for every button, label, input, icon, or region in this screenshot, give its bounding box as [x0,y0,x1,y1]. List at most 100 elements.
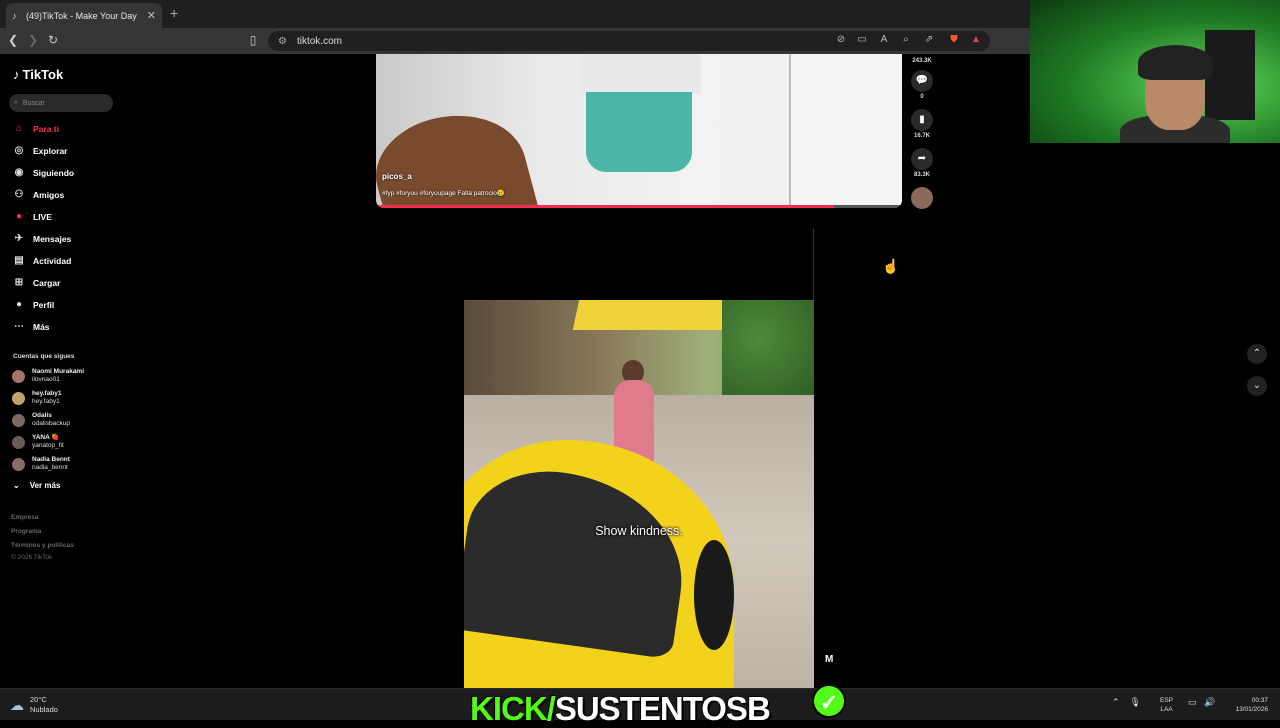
brave-rewards-icon[interactable]: ▲ [969,34,983,45]
video-progress-bar[interactable] [376,205,902,208]
followed-account[interactable]: hey.faby1 hey.faby1 [12,388,62,408]
chevron-up-icon: ⌃ [1252,348,1262,359]
verified-check-icon: ✓ [812,684,846,718]
streamer-headset [1138,45,1213,80]
cast-icon[interactable]: ▭ [855,34,869,45]
video-player-1[interactable]: picos_a #fyp #foryou #foryoupage Falta p… [376,54,902,208]
video-frame-object [581,54,701,94]
avatar [12,391,25,405]
input-language[interactable]: ESP LAA [1160,696,1173,714]
reload-icon[interactable]: ↻ [45,33,61,47]
comment-action[interactable]: 💬 0 [910,70,934,100]
avatar [12,369,25,383]
friends-icon: ⚇ [14,189,24,200]
music-disc[interactable] [910,187,934,209]
volume-icon[interactable]: 🔊 [1204,697,1215,708]
music-disc-icon[interactable] [911,187,933,209]
following-accounts-title: Cuentas que sigues [13,353,75,360]
new-tab-icon[interactable]: + [170,5,178,21]
save-action[interactable]: ▮ 16.7K [910,109,934,139]
mouse-cursor-icon: ☝ [882,258,900,274]
video-subtitle: Show kindness. [595,524,683,538]
tiktok-logo[interactable]: ♪ TikTok [13,67,63,82]
footer-link-terms[interactable]: Términos y políticas [11,542,74,549]
like-count: 243.3K [912,58,932,64]
search-input[interactable]: ⌕ Buscar [9,94,113,112]
more-icon: ⋯ [14,321,24,332]
tiktok-favicon-icon: ♪ [12,10,17,21]
share-arrow-icon[interactable]: ➦ [911,148,933,170]
browser-tab[interactable]: ♪ (49)TikTok - Make Your Day ✕ [6,3,162,28]
bookmark-icon[interactable]: ▯ [245,33,261,47]
zoom-icon[interactable]: ⌕ [899,34,913,45]
nav-cargar[interactable]: ⊞ Cargar [11,275,61,291]
back-icon[interactable]: ❮ [5,33,21,47]
next-video-button[interactable]: ⌄ [1247,376,1267,396]
sidebar: ♪ TikTok ⌕ Buscar ⌂ Para ti ◎ Explorar ◉… [0,54,125,688]
chevron-down-icon: ⌄ [1252,380,1262,391]
nav-amigos[interactable]: ⚇ Amigos [11,187,65,203]
footer-link-programa[interactable]: Programa [11,528,41,535]
compass-icon: ◎ [14,145,24,156]
bookmark-icon[interactable]: ▮ [911,109,933,131]
weather-condition: Nublado [30,705,58,714]
browser-tabbar: ♪ (49)TikTok - Make Your Day ✕ + [0,0,1030,28]
share-action[interactable]: ➦ 83.3K [910,148,934,178]
creator-watermark: M [825,654,834,665]
video-progress-fill [376,205,834,208]
site-info-icon[interactable]: ⚙ [278,36,287,47]
nav-perfil[interactable]: ● Perfil [11,297,54,313]
nav-siguiendo[interactable]: ◉ Siguiendo [11,165,74,181]
nav-live[interactable]: ● LIVE [11,209,52,225]
video-author[interactable]: picos_a [382,172,412,181]
video-frame-object [722,300,814,395]
avatar [12,457,25,471]
cloud-icon: ☁ [10,697,24,713]
microphone-icon[interactable]: 🎙 [1130,697,1141,708]
video-player-2[interactable]: Show kindness. [464,300,814,688]
activity-icon: ▤ [14,255,24,266]
eye-off-icon[interactable]: ⊘ [834,34,848,45]
comment-count: 0 [920,94,924,100]
followed-account[interactable]: Odalis odalisbackup [12,410,70,430]
tiktok-note-icon: ♪ [13,67,20,82]
video-frame-object [789,54,902,208]
followed-account[interactable]: Nadia Bennt nadia_bennt [12,454,70,474]
following-icon: ◉ [14,167,24,178]
nav-explorar[interactable]: ◎ Explorar [11,143,68,159]
taskbar-clock[interactable]: 00:37 13/01/2026 [1228,696,1268,714]
kick-channel-overlay: KICK/SUSTENTOSB [470,690,771,727]
share-count: 83.3K [913,172,930,178]
live-icon: ● [15,211,23,222]
forward-icon[interactable]: ❯ [25,33,41,47]
followed-account[interactable]: Naomi Murakami ilovnao01 [12,366,84,386]
display-icon[interactable]: ▭ [1188,697,1197,708]
brave-shield-icon[interactable]: ⛊ [947,34,961,45]
close-tab-icon[interactable]: ✕ [147,9,156,22]
nav-actividad[interactable]: ▤ Actividad [11,253,71,269]
followed-account[interactable]: YANA 🍓 yanatop_fit [12,432,64,452]
nav-para-ti[interactable]: ⌂ Para ti [11,121,59,137]
chevron-up-icon[interactable]: ⌃ [1112,697,1120,708]
save-count: 16.7K [913,133,930,139]
tab-title: (49)TikTok - Make Your Day [26,10,137,21]
translate-icon[interactable]: A [877,34,891,45]
copyright: © 2026 TikTok [11,554,53,561]
like-count-group: 243.3K [910,56,934,64]
nav-mensajes[interactable]: ✈ Mensajes [11,231,71,247]
url-text: tiktok.com [296,35,342,47]
home-icon: ⌂ [15,123,23,134]
weather-widget[interactable]: ☁ 20°C Nublado [10,695,58,715]
see-more-button[interactable]: ⌄ Ver más [13,481,60,490]
nav-mas[interactable]: ⋯ Más [11,319,50,335]
video-frame-object [572,300,730,330]
avatar [12,435,25,449]
video-frame-object [694,540,734,650]
share-icon[interactable]: ⇗ [922,34,936,45]
previous-video-button[interactable]: ⌃ [1247,344,1267,364]
footer-link-empresa[interactable]: Empresa [11,514,38,521]
comment-icon[interactable]: 💬 [911,70,933,92]
system-tray: ⌃ 🎙 [1112,697,1141,708]
search-icon: ⌕ [14,99,18,106]
temperature: 20°C [30,695,47,704]
